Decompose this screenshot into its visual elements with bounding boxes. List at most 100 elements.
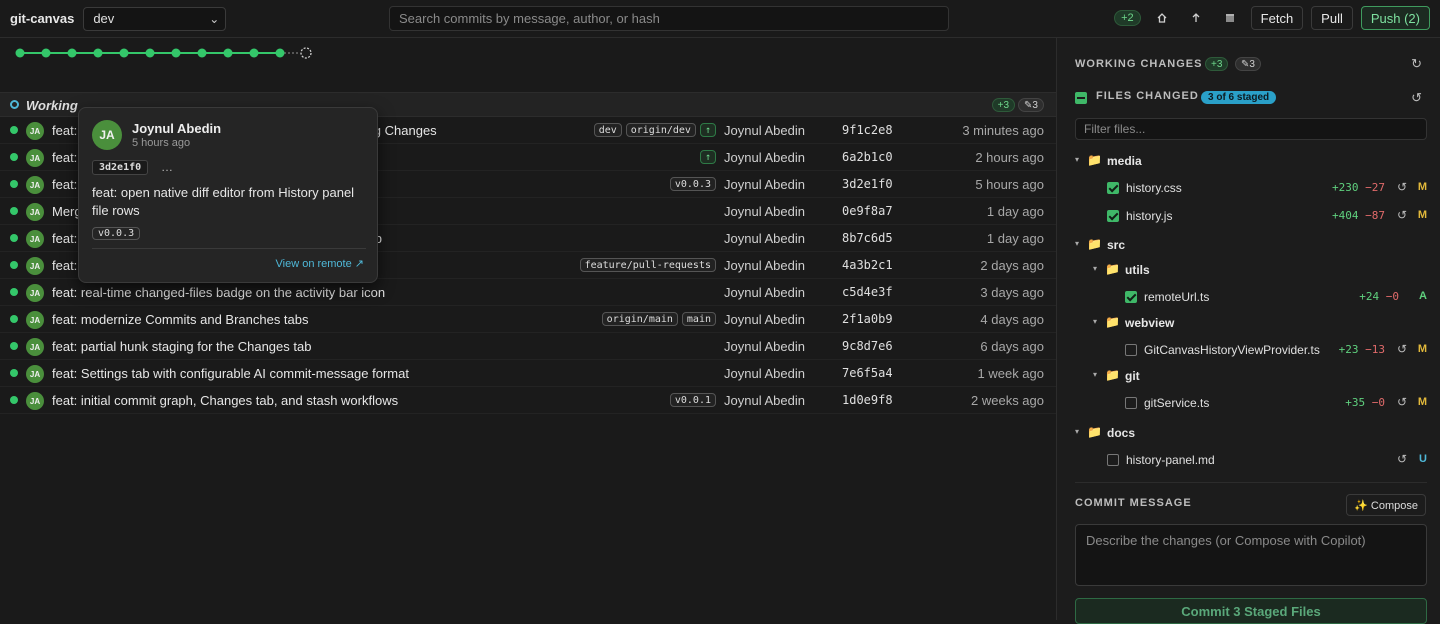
archive-icon[interactable]: [1217, 6, 1243, 30]
avatar: JA: [26, 365, 44, 383]
file-status: M: [1417, 209, 1427, 221]
graph-node[interactable]: [171, 48, 181, 58]
stage-all-checkbox[interactable]: [1075, 92, 1087, 104]
avatar: JA: [26, 311, 44, 329]
graph-node[interactable]: [119, 48, 129, 58]
stage-checkbox[interactable]: [1107, 454, 1119, 466]
caret-down-icon[interactable]: ▾: [1093, 264, 1097, 273]
commit-row[interactable]: JA feat: modernize Commits and Branches t…: [0, 306, 1056, 333]
commit-tooltip: JA Joynul Abedin 5 hours ago 3d2e1f0 … f…: [78, 107, 378, 283]
arrow-up-icon[interactable]: [1183, 6, 1209, 30]
tree-folder[interactable]: ▾ 📁 git: [1057, 363, 1440, 389]
view-on-remote-link[interactable]: View on remote ↗: [276, 257, 365, 270]
avatar: JA: [26, 203, 44, 221]
revert-icon[interactable]: ↺: [1397, 452, 1407, 466]
stage-checkbox[interactable]: [1125, 344, 1137, 356]
top-bar: git-canvas dev ⌄ Search commits by messa…: [0, 0, 1440, 38]
tree-folder[interactable]: ▾ 📁 media: [1057, 148, 1440, 174]
commit-row[interactable]: JA feat: initial commit graph, Changes ta…: [0, 387, 1056, 414]
commit-message-input[interactable]: Describe the changes (or Compose with Co…: [1075, 524, 1427, 586]
tree-file[interactable]: history.js +404 −87 ↺ M: [1057, 203, 1440, 229]
file-name[interactable]: history-panel.md: [1126, 453, 1215, 467]
file-status: M: [1417, 343, 1427, 355]
tree-file[interactable]: gitService.ts +35 −0 ↺ M: [1057, 390, 1440, 416]
additions: +404: [1332, 209, 1359, 222]
caret-down-icon[interactable]: ▾: [1075, 427, 1079, 436]
tree-file[interactable]: history.css +230 −27 ↺ M: [1057, 175, 1440, 201]
commit-row[interactable]: JA feat: real-time changed-files badge on…: [0, 279, 1056, 306]
graph-node: [10, 369, 18, 377]
tooltip-author: Joynul Abedin: [132, 121, 222, 136]
avatar: JA: [26, 257, 44, 275]
deletions: −13: [1365, 343, 1385, 356]
branch-select[interactable]: dev ⌄: [83, 6, 227, 31]
tree-folder[interactable]: ▾ 📁 webview: [1057, 310, 1440, 336]
file-name[interactable]: remoteUrl.ts: [1144, 290, 1209, 304]
discard-all-icon[interactable]: ↺: [1411, 90, 1422, 106]
graph-node[interactable]: [93, 48, 103, 58]
graph-node[interactable]: [223, 48, 233, 58]
file-name[interactable]: history.js: [1126, 209, 1172, 223]
graph-node[interactable]: [67, 48, 77, 58]
working-graph-node[interactable]: [300, 47, 312, 59]
working-label: Working: [26, 98, 78, 113]
revert-icon[interactable]: ↺: [1397, 342, 1407, 356]
commit-row[interactable]: JA feat: partial hunk staging for the Cha…: [0, 333, 1056, 360]
caret-down-icon[interactable]: ▾: [1075, 155, 1079, 164]
graph-node[interactable]: [145, 48, 155, 58]
changes-panel: WORKING CHANGES +3 ✎3 ↻ FILES CHANGED 3 …: [1056, 38, 1440, 624]
file-name[interactable]: gitService.ts: [1144, 396, 1209, 410]
file-name[interactable]: GitCanvasHistoryViewProvider.ts: [1144, 343, 1320, 357]
ref-badge: origin/main: [601, 312, 678, 326]
compose-button[interactable]: ✨ Compose: [1346, 494, 1426, 516]
caret-down-icon[interactable]: ▾: [1093, 317, 1097, 326]
graph-node: [10, 207, 18, 215]
commit-message: feat: Settings tab with configurable AI …: [52, 366, 409, 381]
search-input[interactable]: Search commits by message, author, or ha…: [389, 6, 949, 31]
tooltip-hash[interactable]: 3d2e1f0: [92, 160, 149, 175]
tree-file[interactable]: GitCanvasHistoryViewProvider.ts +23 −13 ↺ M: [1057, 337, 1440, 363]
tree-file[interactable]: history-panel.md ↺ U: [1057, 447, 1440, 473]
caret-down-icon[interactable]: ▾: [1093, 370, 1097, 379]
revert-icon[interactable]: ↺: [1397, 208, 1407, 222]
stage-checkbox[interactable]: [1107, 210, 1119, 222]
tree-file[interactable]: remoteUrl.ts +24 −0 A: [1057, 284, 1440, 310]
commit-author: Joynul Abedin: [724, 312, 805, 327]
changes-modified-badge: ✎3: [1235, 57, 1261, 71]
commit-graph-svg: [15, 47, 312, 59]
graph-node[interactable]: [15, 48, 25, 58]
tree-folder[interactable]: ▾ 📁 src: [1057, 232, 1440, 258]
caret-down-icon[interactable]: ▾: [1075, 239, 1079, 248]
tooltip-more[interactable]: …: [161, 160, 173, 174]
folder-name: media: [1107, 154, 1142, 168]
commit-message: feat: modernize Commits and Branches tab…: [52, 312, 309, 327]
file-name[interactable]: history.css: [1126, 181, 1182, 195]
push-button[interactable]: Push (2): [1360, 6, 1430, 30]
stage-checkbox[interactable]: [1125, 291, 1137, 303]
revert-icon[interactable]: ↺: [1397, 395, 1407, 409]
commit-message: feat: partial hunk staging for the Chang…: [52, 339, 312, 354]
refresh-icon[interactable]: ↻: [1411, 56, 1422, 72]
graph-node[interactable]: [249, 48, 259, 58]
graph-node[interactable]: [275, 48, 285, 58]
commit-row[interactable]: JA feat: Settings tab with configurable A…: [0, 360, 1056, 387]
graph-node[interactable]: [197, 48, 207, 58]
commit-button[interactable]: Commit 3 Staged Files: [1075, 598, 1427, 624]
fetch-button[interactable]: Fetch: [1250, 6, 1304, 30]
filter-files-input[interactable]: Filter files...: [1075, 118, 1427, 140]
stage-checkbox[interactable]: [1125, 397, 1137, 409]
file-status: A: [1419, 290, 1427, 302]
tree-folder[interactable]: ▾ 📁 utils: [1057, 257, 1440, 283]
folder-icon: 📁: [1105, 368, 1120, 382]
stage-checkbox[interactable]: [1107, 182, 1119, 194]
tree-folder[interactable]: ▾ 📁 docs: [1057, 420, 1440, 446]
commit-message-placeholder: Describe the changes (or Compose with Co…: [1086, 533, 1366, 548]
graph-node[interactable]: [41, 48, 51, 58]
graph-node: [10, 396, 18, 404]
diff-stat: +23 −13: [1339, 343, 1385, 356]
home-icon[interactable]: [1149, 6, 1175, 30]
revert-icon[interactable]: ↺: [1397, 180, 1407, 194]
graph-node: [10, 234, 18, 242]
avatar: JA: [26, 392, 44, 410]
pull-button[interactable]: Pull: [1311, 6, 1353, 30]
